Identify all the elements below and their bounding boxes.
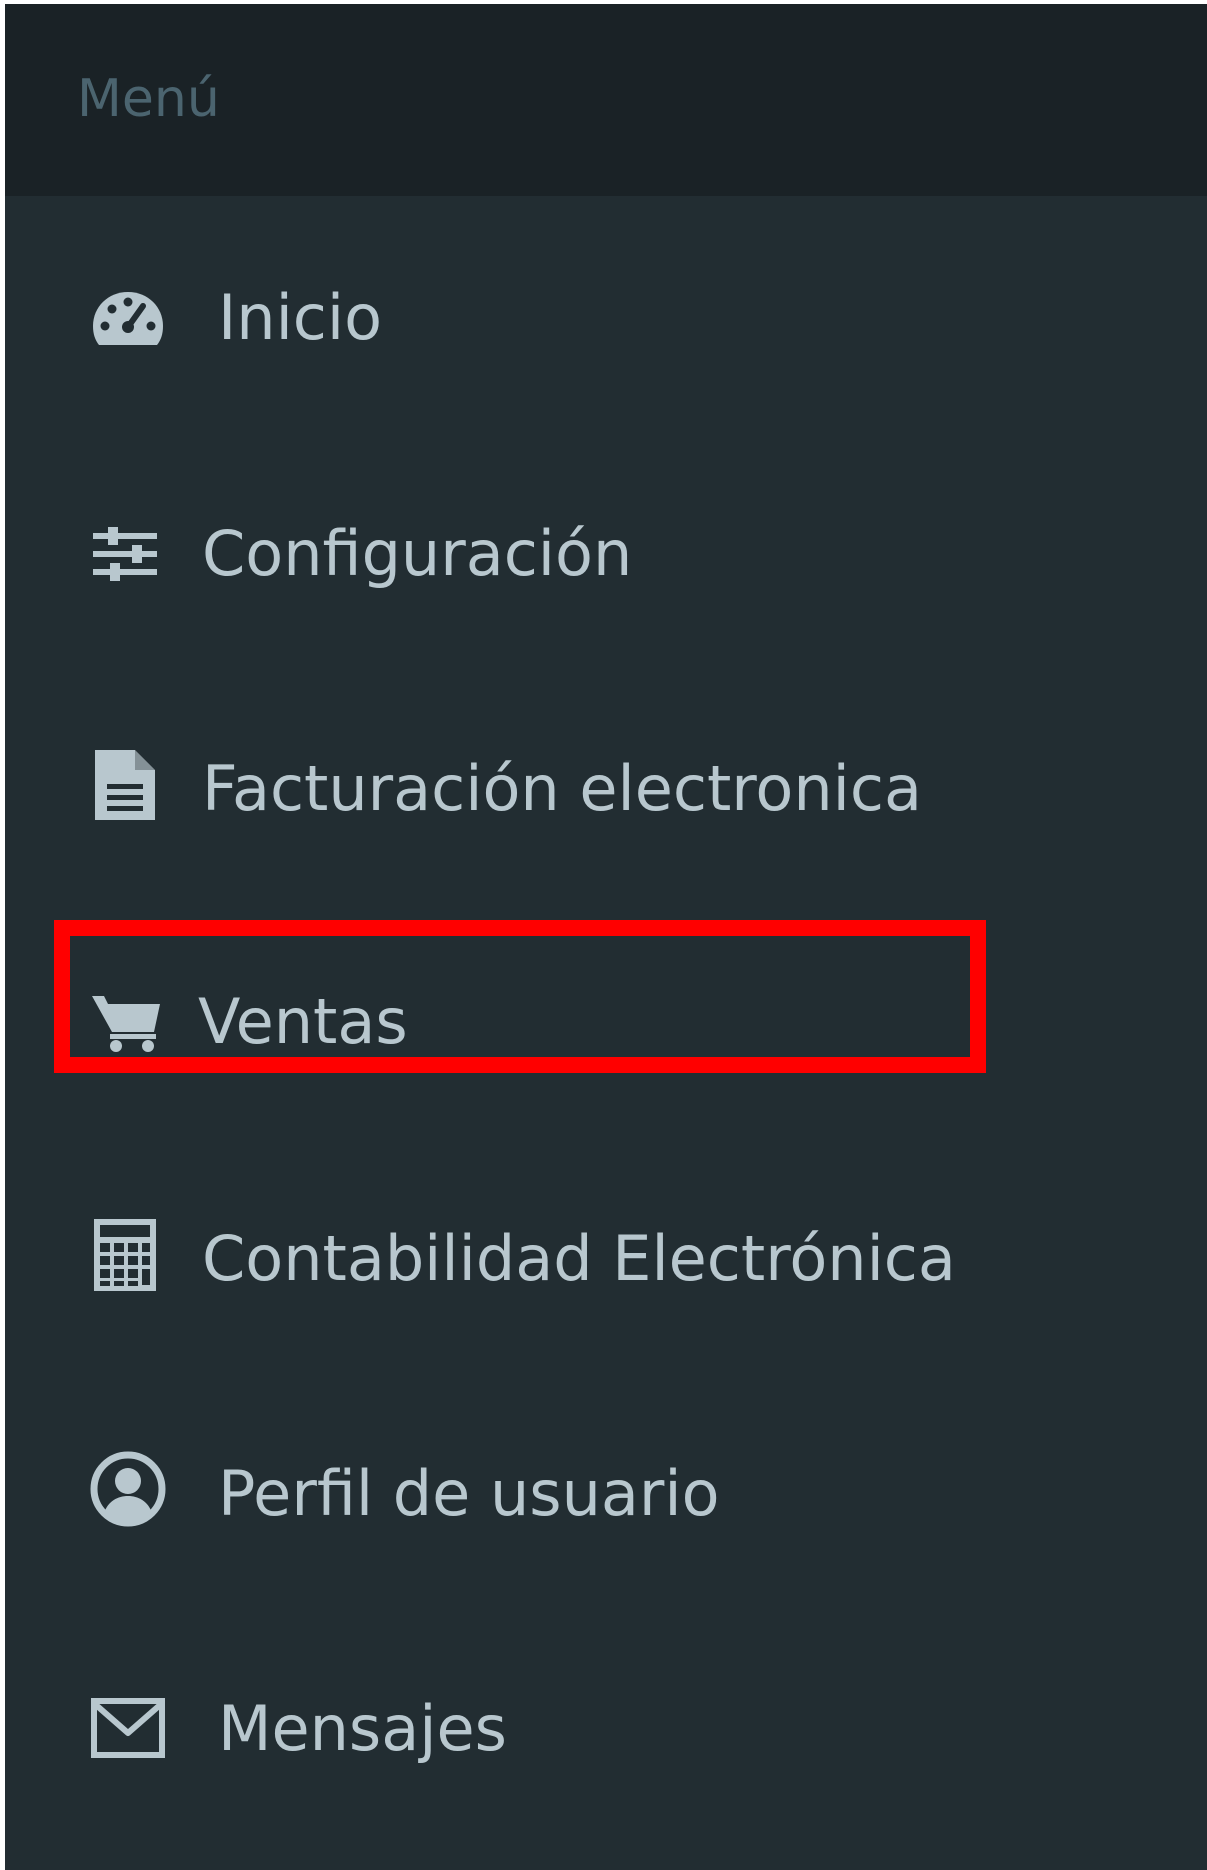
sidebar-header-title: Menú	[77, 69, 220, 129]
sidebar-item-label: Mensajes	[218, 1692, 507, 1765]
sidebar-item-ventas[interactable]: Ventas	[5, 949, 1207, 1099]
sidebar-item-facturacion-electronica[interactable]: Facturación electronica	[5, 714, 1207, 864]
sidebar-item-label: Configuración	[202, 517, 633, 590]
calculator-icon	[90, 1217, 160, 1293]
dashboard-icon	[90, 280, 166, 356]
sidebar-item-label: Inicio	[218, 281, 383, 354]
sidebar-menu: Menú Inicio Configuración Facturación el…	[5, 4, 1207, 1870]
sidebar-item-label: Perfil de usuario	[218, 1457, 720, 1530]
sidebar-item-label: Contabilidad Electrónica	[202, 1222, 956, 1295]
sliders-icon	[90, 516, 160, 592]
sidebar-header: Menú	[5, 4, 1207, 196]
shopping-cart-icon	[90, 985, 162, 1061]
user-circle-icon	[90, 1451, 166, 1527]
sidebar-item-label: Ventas	[198, 985, 408, 1058]
file-text-icon	[90, 747, 160, 823]
sidebar-item-inicio[interactable]: Inicio	[5, 244, 1207, 394]
sidebar-item-configuracion[interactable]: Configuración	[5, 479, 1207, 629]
sidebar-item-label: Facturación electronica	[202, 752, 922, 825]
sidebar-item-mensajes[interactable]: Mensajes	[5, 1654, 1207, 1804]
envelope-icon	[90, 1690, 166, 1766]
sidebar-item-perfil-de-usuario[interactable]: Perfil de usuario	[5, 1419, 1207, 1569]
sidebar-item-contabilidad-electronica[interactable]: Contabilidad Electrónica	[5, 1184, 1207, 1334]
